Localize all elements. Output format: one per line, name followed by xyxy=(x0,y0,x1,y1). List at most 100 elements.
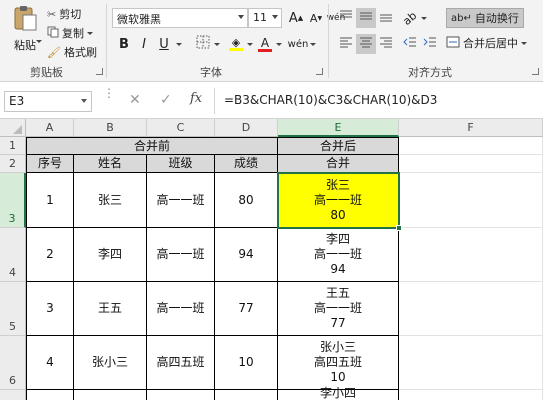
cell-B6[interactable]: 张小三 xyxy=(74,336,147,390)
fill-color-dropdown-icon[interactable] xyxy=(247,43,253,46)
row-header-7[interactable] xyxy=(0,390,26,400)
clipboard-launcher-icon[interactable] xyxy=(96,68,103,75)
cell-D5[interactable]: 77 xyxy=(215,282,278,336)
enter-icon[interactable]: ✓ xyxy=(160,92,172,108)
select-all-corner[interactable] xyxy=(0,119,26,137)
subheader-class[interactable]: 班级 xyxy=(147,155,215,173)
cell-A3[interactable]: 1 xyxy=(26,173,74,228)
align-left-button[interactable] xyxy=(336,34,356,54)
subheader-score[interactable]: 成绩 xyxy=(215,155,278,173)
column-header-C[interactable]: C xyxy=(147,119,215,137)
cell-F1[interactable] xyxy=(399,137,543,155)
cell-C3[interactable]: 高一一班 xyxy=(147,173,215,228)
cell-B3[interactable]: 张三 xyxy=(74,173,147,228)
font-color-button[interactable]: A xyxy=(255,34,275,54)
cell-F3[interactable] xyxy=(399,173,543,228)
cell-E6[interactable]: 张小三 高四五班 10 xyxy=(278,336,399,390)
cell-B4[interactable]: 李四 xyxy=(74,228,147,282)
copy-dropdown-icon[interactable] xyxy=(87,31,93,35)
column-header-D[interactable]: D xyxy=(215,119,278,137)
cell-E5[interactable]: 王五 高一一班 77 xyxy=(278,282,399,336)
phonetic-guide-button[interactable]: wén xyxy=(288,34,309,54)
alignment-launcher-icon[interactable] xyxy=(532,68,539,75)
cell-F5[interactable] xyxy=(399,282,543,336)
cell-A6[interactable]: 4 xyxy=(26,336,74,390)
cell-D6[interactable]: 10 xyxy=(215,336,278,390)
cell-F7[interactable] xyxy=(399,390,543,400)
subheader-seq[interactable]: 序号 xyxy=(26,155,74,173)
font-name-dropdown[interactable]: 微软雅黑 xyxy=(112,8,248,28)
paste-button[interactable]: 粘贴 xyxy=(8,4,42,53)
cell-E7[interactable]: 李小四 xyxy=(278,386,399,400)
orientation-button[interactable]: ab xyxy=(400,8,420,28)
cell-C4[interactable]: 高一一班 xyxy=(147,228,215,282)
cell-F2[interactable] xyxy=(399,155,543,173)
increase-indent-button[interactable] xyxy=(420,34,440,54)
format-painter-button[interactable]: 🖌 格式刷 xyxy=(47,44,97,60)
merge-center-button[interactable]: 合并后居中 xyxy=(446,35,527,51)
name-box[interactable]: E3 xyxy=(4,91,92,112)
cell-E4[interactable]: 李四 高一一班 94 xyxy=(278,228,399,282)
cancel-icon[interactable]: ✕ xyxy=(129,92,141,108)
row-header-2[interactable]: 2 xyxy=(0,155,26,173)
font-size-dropdown[interactable]: 11 xyxy=(248,8,282,28)
cell-B7[interactable] xyxy=(74,390,147,400)
merged-header-before[interactable]: 合并前 xyxy=(26,137,278,155)
merge-dropdown-icon[interactable] xyxy=(521,41,527,45)
font-color-dropdown-icon[interactable] xyxy=(276,43,282,46)
cut-label: 剪切 xyxy=(59,8,82,21)
underline-dropdown-icon[interactable] xyxy=(176,43,182,46)
merged-header-after[interactable]: 合并后 xyxy=(278,137,399,155)
wrap-text-button[interactable]: ab↵ 自动换行 xyxy=(446,8,524,28)
row-header-6[interactable]: 6 xyxy=(0,336,26,390)
paste-dropdown-icon[interactable] xyxy=(36,40,42,43)
cell-E3[interactable]: 张三 高一一班 80 xyxy=(278,173,399,228)
decrease-indent-button[interactable] xyxy=(400,34,420,54)
formula-input[interactable]: =B3&CHAR(10)&C3&CHAR(10)&D3 xyxy=(224,93,437,107)
border-button[interactable] xyxy=(193,34,213,54)
fill-handle[interactable] xyxy=(396,225,402,231)
subheader-name[interactable]: 姓名 xyxy=(74,155,147,173)
cell-C7[interactable] xyxy=(147,390,215,400)
align-top-button[interactable] xyxy=(336,8,356,28)
row-header-1[interactable]: 1 xyxy=(0,137,26,155)
column-header-A[interactable]: A xyxy=(26,119,74,137)
align-right-button[interactable] xyxy=(376,34,396,54)
insert-function-icon[interactable]: fx xyxy=(190,91,202,106)
column-header-F[interactable]: F xyxy=(399,119,543,137)
fill-color-button[interactable]: ◈ xyxy=(226,34,246,54)
cell-A5[interactable]: 3 xyxy=(26,282,74,336)
italic-button[interactable]: I xyxy=(134,34,154,54)
cut-button[interactable]: ✂ 剪切 xyxy=(47,6,81,22)
align-middle-button[interactable] xyxy=(356,8,376,28)
phonetic-dropdown-icon[interactable] xyxy=(310,43,316,46)
cell-F6[interactable] xyxy=(399,336,543,390)
row-header-3[interactable]: 3 xyxy=(0,173,26,228)
align-bottom-button[interactable] xyxy=(376,8,396,28)
row-header-5[interactable]: 5 xyxy=(0,282,26,336)
column-header-E[interactable]: E xyxy=(278,119,399,137)
cell-A4[interactable]: 2 xyxy=(26,228,74,282)
cell-C5[interactable]: 高一一班 xyxy=(147,282,215,336)
more-options-icon[interactable]: ⋮ xyxy=(103,87,115,99)
font-launcher-icon[interactable] xyxy=(316,68,323,75)
copy-button[interactable]: 复制 xyxy=(47,25,93,41)
grow-font-button[interactable]: A ▲ xyxy=(286,8,306,28)
copy-label: 复制 xyxy=(62,27,84,40)
column-header-B[interactable]: B xyxy=(74,119,147,137)
cell-D4[interactable]: 94 xyxy=(215,228,278,282)
bold-button[interactable]: B xyxy=(114,34,134,54)
cell-D7[interactable] xyxy=(215,390,278,400)
cell-F4[interactable] xyxy=(399,228,543,282)
align-center-button[interactable] xyxy=(356,34,376,54)
cell-B5[interactable]: 王五 xyxy=(74,282,147,336)
underline-button[interactable]: U xyxy=(154,34,174,54)
subheader-merged[interactable]: 合并 xyxy=(278,155,399,173)
cell-C6[interactable]: 高四五班 xyxy=(147,336,215,390)
orientation-dropdown-icon[interactable] xyxy=(421,17,427,20)
cell-D3[interactable]: 80 xyxy=(215,173,278,228)
border-dropdown-icon[interactable] xyxy=(214,43,220,46)
row-header-4[interactable]: 4 xyxy=(0,228,26,282)
cell-A7[interactable] xyxy=(26,390,74,400)
shrink-font-button[interactable]: A ▼ xyxy=(306,8,326,28)
